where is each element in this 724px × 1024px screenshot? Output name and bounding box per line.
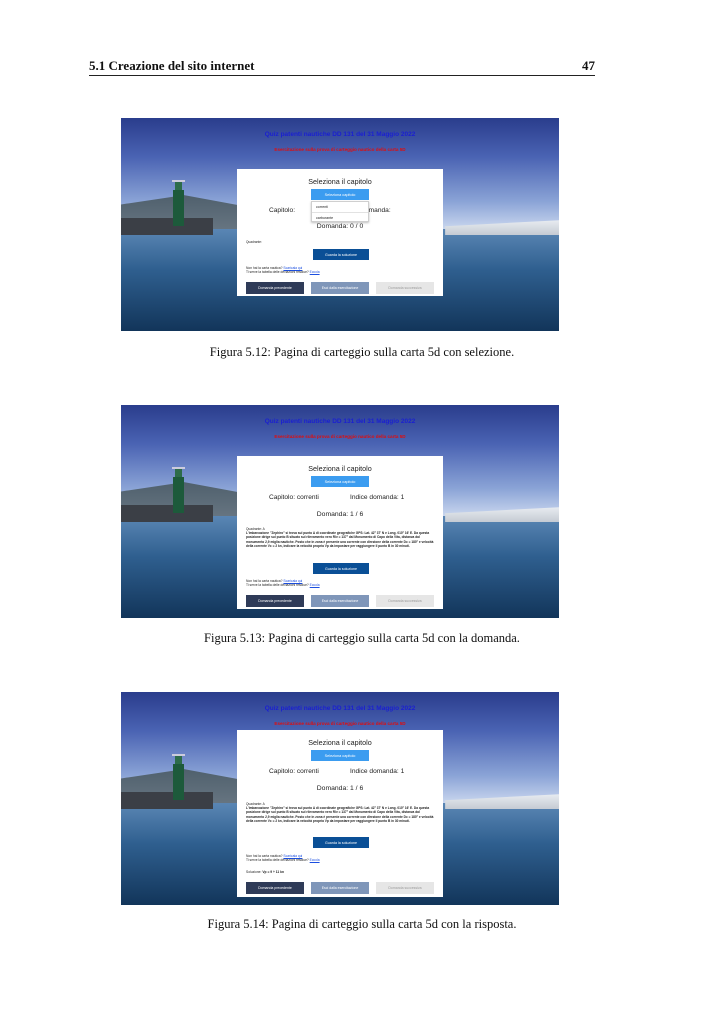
download-chart-link[interactable]: Scaricala qui <box>283 854 302 858</box>
next-question-button[interactable]: Domanda successiva <box>376 882 434 894</box>
help-table-text: Ti serve la tabella delle deviazioni res… <box>246 583 309 588</box>
panel-title: Seleziona il capitolo <box>308 464 372 473</box>
quiz-panel: Seleziona il capitolo Seleziona capitolo… <box>237 456 443 609</box>
dropdown-option[interactable]: carburante <box>312 212 368 222</box>
panel-title: Seleziona il capitolo <box>308 738 372 747</box>
download-chart-link[interactable]: Scaricala qui <box>283 266 302 270</box>
exit-exercise-button[interactable]: Esci dalla esercitazione <box>311 595 369 607</box>
chapter-dropdown[interactable]: correnti carburante <box>311 201 369 222</box>
quiz-panel: Seleziona il capitolo Seleziona capitolo… <box>237 169 443 296</box>
show-solution-button[interactable]: Guarda la soluzione <box>313 563 369 574</box>
question-body: L'imbarcazione "Zephiro" si trova sul pu… <box>246 531 434 548</box>
deviation-table-link[interactable]: Eccola <box>310 270 320 274</box>
previous-question-button[interactable]: Domanda precedente <box>246 595 304 607</box>
lighthouse-image <box>172 180 185 226</box>
help-text: Non hai la carta nautica? Scaricala qui … <box>246 579 436 588</box>
question-counter: Domanda: 1 / 6 <box>316 511 364 518</box>
dropdown-option[interactable]: correnti <box>312 202 368 212</box>
exit-exercise-button[interactable]: Esci dalla esercitazione <box>311 282 369 294</box>
deviation-table-link[interactable]: Eccola <box>310 583 320 587</box>
nav-buttons: Domanda precedente Esci dalla esercitazi… <box>246 282 434 294</box>
deviation-table-link[interactable]: Eccola <box>310 858 320 862</box>
select-chapter-button[interactable]: Seleziona capitolo <box>311 750 369 761</box>
next-question-button[interactable]: Domanda successiva <box>376 282 434 294</box>
exit-exercise-button[interactable]: Esci dalla esercitazione <box>311 882 369 894</box>
solution-label: Soluzione: <box>246 870 262 874</box>
app-title: Quiz patenti nautiche DD 131 del 31 Magg… <box>264 418 416 425</box>
question-text: Quadrante: A L'imbarcazione "Zephiro" si… <box>246 527 436 548</box>
pier <box>121 792 213 810</box>
help-table-text: Ti serve la tabella delle deviazioni res… <box>246 858 309 863</box>
quadrant-label: Quadrante: <box>246 240 262 244</box>
show-solution-button[interactable]: Guarda la soluzione <box>313 249 369 260</box>
pier <box>121 505 213 523</box>
page-number: 47 <box>582 58 595 73</box>
pier <box>121 218 213 236</box>
previous-question-button[interactable]: Domanda precedente <box>246 882 304 894</box>
figure-caption: Figura 5.13: Pagina di carteggio sulla c… <box>204 631 520 645</box>
screenshot-answer: Quiz patenti nautiche DD 131 del 31 Magg… <box>121 692 559 905</box>
figure-caption: Figura 5.12: Pagina di carteggio sulla c… <box>209 345 515 359</box>
running-header: 5.1 Creazione del sito internet 47 <box>89 58 595 76</box>
app-title: Quiz patenti nautiche DD 131 del 31 Magg… <box>264 131 416 138</box>
figure-caption: Figura 5.14: Pagina di carteggio sulla c… <box>207 917 517 931</box>
chapter-label: Capitolo: correnti <box>269 768 319 775</box>
section-title: 5.1 Creazione del sito internet <box>89 58 255 73</box>
app-subtitle: Esercitazione sulla prova di carteggio n… <box>274 434 406 439</box>
next-question-button[interactable]: Domanda successiva <box>376 595 434 607</box>
screenshot-question: Quiz patenti nautiche DD 131 del 31 Magg… <box>121 405 559 618</box>
question-body: L'imbarcazione "Zephiro" si trova sul pu… <box>246 806 434 823</box>
app-subtitle: Esercitazione sulla prova di carteggio n… <box>274 721 406 726</box>
panel-title: Seleziona il capitolo <box>308 177 372 186</box>
question-index-label: Indice domanda: 1 <box>350 768 405 775</box>
question-index-label: Indice domanda: 1 <box>350 494 405 501</box>
show-solution-button[interactable]: Guarda la soluzione <box>313 837 369 848</box>
lighthouse-image <box>172 754 185 800</box>
question-counter: Domanda: 1 / 6 <box>316 785 364 792</box>
solution-value: Vp = 9 ÷ 11 kn <box>262 870 285 874</box>
select-chapter-button[interactable]: Seleziona capitolo <box>311 476 369 487</box>
question-text: Quadrante: <box>246 240 436 244</box>
select-chapter-button[interactable]: Seleziona capitolo <box>311 189 369 200</box>
previous-question-button[interactable]: Domanda precedente <box>246 282 304 294</box>
app-subtitle: Esercitazione sulla prova di carteggio n… <box>274 147 406 152</box>
chapter-label: Capitolo: <box>269 207 296 214</box>
app-title: Quiz patenti nautiche DD 131 del 31 Magg… <box>264 705 416 712</box>
nav-buttons: Domanda precedente Esci dalla esercitazi… <box>246 882 434 894</box>
chapter-label: Capitolo: correnti <box>269 494 319 501</box>
help-table-text: Ti serve la tabella delle deviazioni res… <box>246 270 309 275</box>
help-text: Non hai la carta nautica? Scaricala qui … <box>246 854 436 863</box>
question-counter: Domanda: 0 / 0 <box>316 223 364 230</box>
help-chart-text: Non hai la carta nautica? <box>246 579 283 583</box>
lighthouse-image <box>172 467 185 513</box>
download-chart-link[interactable]: Scaricala qui <box>283 579 302 583</box>
help-chart-text: Non hai la carta nautica? <box>246 854 283 858</box>
question-text: Quadrante: A L'imbarcazione "Zephiro" si… <box>246 802 436 823</box>
help-text: Non hai la carta nautica? Scaricala qui … <box>246 266 436 275</box>
solution-text: Soluzione: Vp = 9 ÷ 11 kn <box>246 870 284 874</box>
help-chart-text: Non hai la carta nautica? <box>246 266 283 270</box>
quiz-panel: Seleziona il capitolo Seleziona capitolo… <box>237 730 443 897</box>
screenshot-selection: Quiz patenti nautiche DD 131 del 31 Magg… <box>121 118 559 331</box>
nav-buttons: Domanda precedente Esci dalla esercitazi… <box>246 595 434 607</box>
